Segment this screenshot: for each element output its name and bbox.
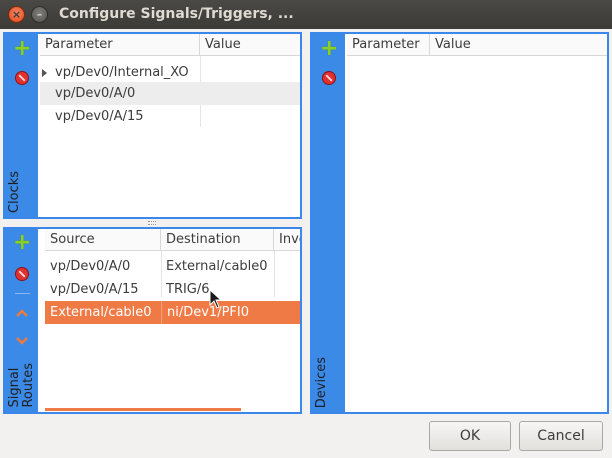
value-cell[interactable] bbox=[200, 82, 300, 105]
expand-arrow-icon[interactable] bbox=[42, 69, 47, 77]
move-up-button[interactable] bbox=[13, 305, 30, 322]
column-header-invert[interactable]: Inve bbox=[274, 229, 300, 251]
routes-sidebar: + Signal Routes bbox=[5, 229, 38, 412]
parameter-cell: vp/Dev0/Internal_XO bbox=[55, 65, 189, 80]
column-header-source[interactable]: Source bbox=[45, 229, 161, 251]
remove-clock-button[interactable] bbox=[15, 71, 29, 85]
devices-panel: + Devices Parameter Value bbox=[310, 32, 609, 414]
clocks-table-header: Parameter Value bbox=[40, 34, 300, 56]
close-icon: × bbox=[11, 8, 22, 21]
destination-cell: External/cable0 bbox=[166, 259, 268, 274]
invert-cell[interactable] bbox=[274, 278, 300, 301]
horizontal-scrollbar[interactable] bbox=[45, 408, 241, 411]
devices-table-header: Parameter Value bbox=[347, 34, 607, 56]
close-window-button[interactable]: × bbox=[8, 6, 25, 23]
move-down-button[interactable] bbox=[13, 333, 30, 350]
routes-table-header: Source Destination Inve bbox=[45, 229, 300, 251]
devices-table[interactable]: Parameter Value bbox=[347, 34, 607, 412]
remove-route-button[interactable] bbox=[15, 267, 29, 281]
column-header-destination[interactable]: Destination bbox=[161, 229, 274, 251]
devices-section-label: Devices bbox=[314, 356, 329, 408]
parameter-cell: vp/Dev0/A/0 bbox=[55, 86, 136, 101]
ok-button[interactable]: OK bbox=[429, 421, 511, 451]
minimize-icon: – bbox=[36, 8, 43, 21]
value-cell[interactable] bbox=[200, 61, 300, 84]
clocks-panel: + Clocks Parameter Value vp/Dev0/Interna… bbox=[3, 32, 302, 219]
source-cell: External/cable0 bbox=[50, 305, 152, 320]
column-header-parameter[interactable]: Parameter bbox=[40, 34, 200, 56]
invert-cell[interactable] bbox=[274, 301, 300, 324]
invert-cell[interactable] bbox=[274, 255, 300, 278]
window-title: Configure Signals/Triggers, ... bbox=[59, 6, 294, 22]
clocks-sidebar: + Clocks bbox=[5, 34, 38, 217]
table-row[interactable]: vp/Dev0/A/0 External/cable0 bbox=[45, 255, 300, 278]
value-cell[interactable] bbox=[200, 105, 300, 128]
add-clock-button[interactable]: + bbox=[13, 38, 31, 60]
table-row[interactable]: vp/Dev0/A/0 bbox=[40, 82, 300, 105]
add-device-button[interactable]: + bbox=[320, 38, 338, 60]
clocks-table[interactable]: Parameter Value vp/Dev0/Internal_XO vp/D… bbox=[40, 34, 300, 217]
title-bar: × – Configure Signals/Triggers, ... bbox=[0, 0, 612, 29]
pane-resize-grip[interactable] bbox=[148, 221, 156, 225]
source-cell: vp/Dev0/A/0 bbox=[50, 259, 131, 274]
table-row[interactable]: vp/Dev0/A/15 bbox=[40, 105, 300, 128]
table-row-selected[interactable]: External/cable0 ni/Dev1/PFI0 bbox=[45, 301, 300, 324]
routes-table[interactable]: Source Destination Inve vp/Dev0/A/0 Exte… bbox=[45, 229, 300, 412]
column-header-value[interactable]: Value bbox=[200, 34, 300, 56]
source-cell: vp/Dev0/A/15 bbox=[50, 282, 139, 297]
chevron-up-icon bbox=[15, 309, 28, 317]
toolbar-separator bbox=[15, 293, 30, 294]
column-header-parameter[interactable]: Parameter bbox=[347, 34, 430, 56]
signal-routes-panel: + Signal Routes Source Destination Inve … bbox=[3, 227, 302, 414]
parameter-cell: vp/Dev0/A/15 bbox=[55, 109, 144, 124]
table-row[interactable]: vp/Dev0/Internal_XO bbox=[40, 61, 300, 84]
signal-routes-section-label: Signal Routes bbox=[7, 363, 36, 408]
devices-sidebar: + Devices bbox=[312, 34, 345, 412]
remove-device-button[interactable] bbox=[322, 71, 336, 85]
table-row[interactable]: vp/Dev0/A/15 TRIG/6 bbox=[45, 278, 300, 301]
clocks-section-label: Clocks bbox=[7, 170, 22, 213]
column-header-value[interactable]: Value bbox=[430, 34, 607, 56]
chevron-down-icon bbox=[15, 337, 28, 345]
minimize-window-button[interactable]: – bbox=[31, 6, 48, 23]
add-route-button[interactable]: + bbox=[13, 232, 31, 254]
cancel-button[interactable]: Cancel bbox=[519, 421, 603, 451]
mouse-cursor-icon bbox=[209, 289, 223, 309]
